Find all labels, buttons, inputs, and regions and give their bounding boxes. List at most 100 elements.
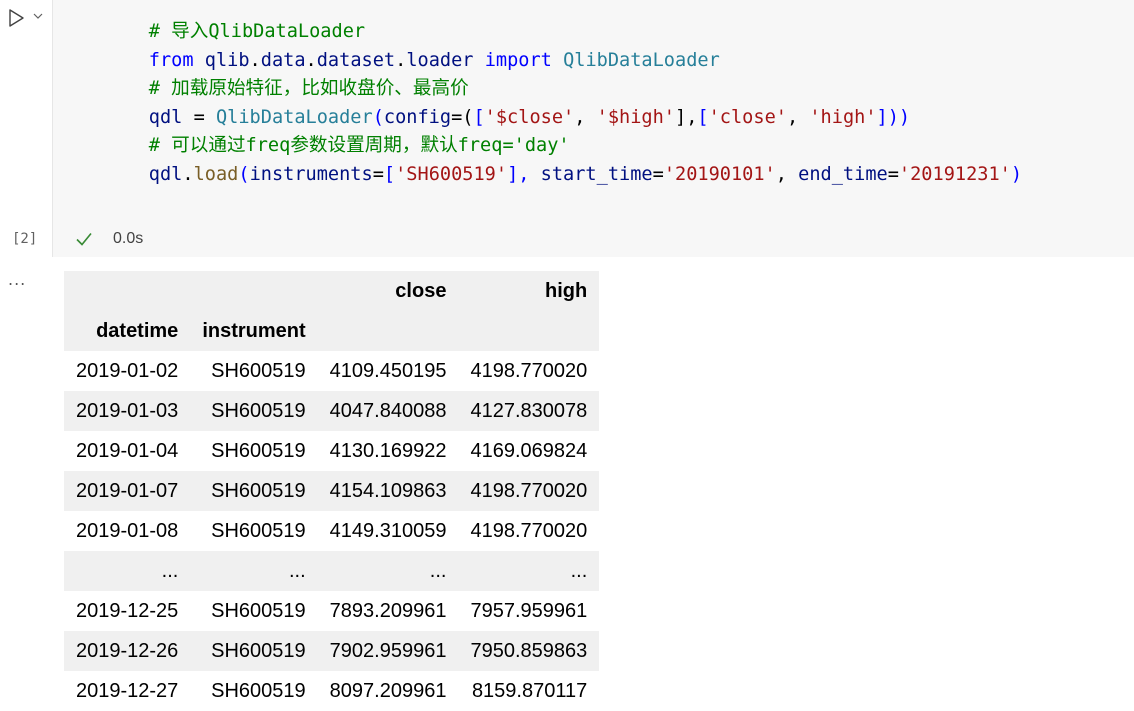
code-token: loader [406, 49, 474, 71]
code-line: # 可以通过freq参数设置周期，默认freq='day' [104, 135, 570, 156]
code-line: # 加载原始特征，比如收盘价、最高价 [104, 78, 469, 99]
code-token: . [249, 49, 261, 71]
code-token: ( [238, 163, 250, 185]
datetime-cell: 2019-12-26 [76, 639, 179, 662]
datetime-cell: 2019-01-04 [76, 439, 179, 462]
code-token: = [182, 106, 216, 128]
index-name-cell: instrument [202, 319, 306, 342]
code-token: # 导入QlibDataLoader [148, 21, 366, 42]
code-token: import [484, 49, 552, 71]
code-token: data [260, 49, 306, 71]
value-cell: ... [570, 559, 588, 582]
code-token: [ [473, 106, 485, 128]
code-token: = [652, 163, 664, 185]
value-cell: 8159.870117 [471, 679, 588, 702]
code-token: '20190101' [663, 163, 776, 185]
index-name-cell [458, 311, 599, 351]
value-cell: 4149.310059 [329, 519, 447, 542]
table-row: 2019-01-02 SH600519 4109.450195 4198.770020 [64, 351, 600, 391]
code-token: instruments [249, 163, 373, 185]
header-cell [64, 271, 190, 311]
code-token: , [775, 163, 799, 185]
code-token: ], [507, 163, 541, 185]
value-cell: 7893.209961 [329, 599, 447, 622]
code-token: # 可以通过freq参数设置周期，默认freq='day' [148, 135, 570, 157]
datetime-cell: 2019-01-08 [76, 519, 179, 542]
code-token: QlibDataLoader [563, 49, 720, 71]
datetime-cell: 2019-12-27 [76, 679, 179, 702]
value-cell: 7957.959961 [470, 599, 588, 622]
code-token: # 加载原始特征，比如收盘价、最高价 [148, 78, 469, 100]
instrument-cell: SH600519 [211, 519, 306, 542]
table-row: 2019-01-04 SH600519 4130.169922 4169.069824 [64, 431, 600, 471]
value-cell: 4047.840088 [329, 399, 447, 422]
code-token: '20191231' [898, 163, 1011, 185]
code-line: from qlib.data.dataset.loader import Qli… [104, 50, 720, 71]
column-header-row: close high [64, 271, 600, 311]
code-token: [ [383, 163, 396, 185]
value-cell: 4198.770020 [470, 519, 588, 542]
table-row: 2019-01-07 SH600519 4154.109863 4198.770020 [64, 471, 600, 511]
instrument-cell: ... [288, 559, 306, 582]
datetime-cell: 2019-01-03 [76, 399, 179, 422]
table-row: 2019-01-03 SH600519 4047.840088 4127.830078 [64, 391, 600, 431]
value-cell: 4169.069824 [470, 439, 588, 462]
datetime-cell: 2019-01-07 [76, 479, 179, 502]
table-row: 2019-12-27 SH600519 8097.209961 8159.870117 [64, 671, 600, 711]
code-token: ) [1010, 163, 1023, 185]
header-cell: high [545, 279, 588, 302]
table-row: 2019-01-08 SH600519 4149.310059 4198.770020 [64, 511, 600, 551]
code-token: start_time [540, 163, 653, 185]
instrument-cell: SH600519 [211, 639, 306, 662]
execution-count: [2] [12, 231, 38, 247]
code-token: . [395, 49, 407, 71]
code-token: from [148, 49, 194, 71]
value-cell: ... [429, 559, 447, 582]
code-token: QlibDataLoader [215, 106, 373, 128]
instrument-cell: SH600519 [211, 599, 306, 622]
code-token: end_time [798, 163, 888, 185]
datetime-cell: 2019-01-02 [76, 359, 179, 382]
code-token: load [193, 163, 239, 185]
code-token: =( [451, 106, 474, 128]
code-token: dataset [316, 49, 396, 71]
execution-time: 0.0s [113, 230, 144, 247]
run-cell-icon[interactable] [6, 8, 26, 28]
code-token: config [383, 106, 452, 128]
code-token: = [372, 163, 384, 185]
instrument-cell: SH600519 [211, 359, 306, 382]
index-name-cell: datetime [96, 319, 179, 342]
code-token: = [887, 163, 899, 185]
chevron-down-icon[interactable] [33, 12, 43, 20]
value-cell: 8097.209961 [329, 679, 447, 702]
value-cell: 4154.109863 [329, 479, 447, 502]
code-token: , [786, 106, 810, 128]
index-names-row: datetime instrument [64, 311, 600, 351]
code-cell[interactable]: # 导入QlibDataLoader from qlib.data.datase… [52, 0, 1134, 257]
instrument-cell: SH600519 [211, 679, 306, 702]
code-token: . [305, 49, 317, 71]
instrument-cell: SH600519 [211, 439, 306, 462]
table-row: 2019-12-26 SH600519 7902.959961 7950.859863 [64, 631, 600, 671]
value-cell: 4109.450195 [329, 359, 447, 382]
dataframe-output: close high datetime instrument 2019-01-0… [64, 271, 600, 711]
instrument-cell: SH600519 [211, 479, 306, 502]
header-cell [190, 271, 317, 311]
code-token: [ [697, 106, 709, 128]
code-editor[interactable]: # 导入QlibDataLoader from qlib.data.datase… [104, 18, 1022, 190]
code-token: qdl [148, 106, 183, 128]
more-actions-icon[interactable]: ... [8, 270, 26, 289]
index-name-cell [318, 311, 459, 351]
code-line: # 导入QlibDataLoader [104, 21, 365, 42]
code-token: '$close' [484, 106, 575, 128]
code-token: qdl [148, 163, 183, 185]
value-cell: 4198.770020 [470, 359, 588, 382]
